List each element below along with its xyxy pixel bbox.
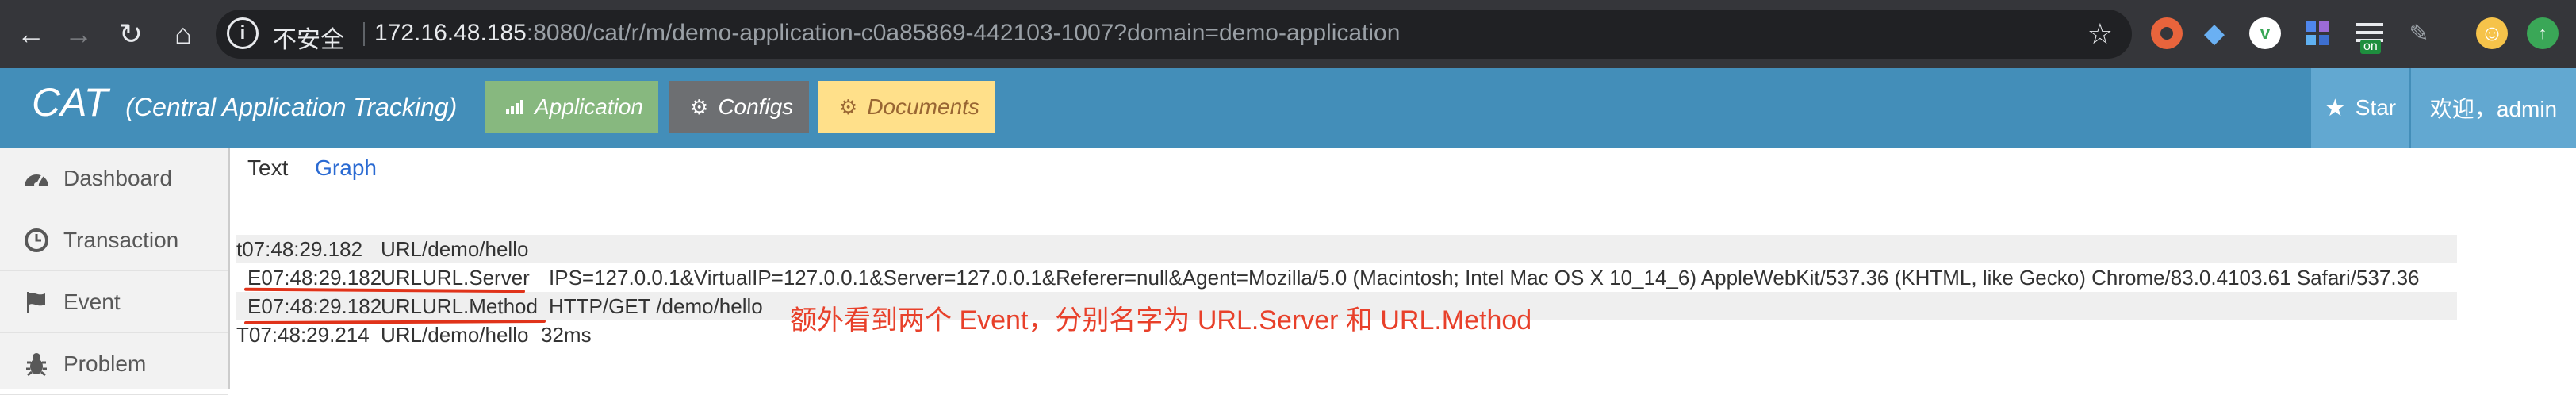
tab-documents-label: Documents: [867, 94, 979, 119]
annotation-text: 额外看到两个 Event，分别名字为 URL.Server 和 URL.Meth…: [790, 305, 1532, 336]
star-button[interactable]: ★ Star: [2311, 68, 2409, 148]
browser-toolbar: ← → ↻ ⌂ i 不安全 172.16.48.185:8080/cat/r/m…: [0, 0, 2576, 68]
sidebar-item-dashboard[interactable]: Dashboard: [0, 148, 228, 209]
brand-title: CAT: [32, 80, 109, 125]
extension-badge: on: [2360, 40, 2381, 54]
update-indicator-icon[interactable]: ↑: [2527, 17, 2559, 49]
tab-text[interactable]: Text: [247, 155, 288, 180]
url-text[interactable]: 172.16.48.185:8080/cat/r/m/demo-applicat…: [374, 20, 1400, 47]
view-tabs: Text Graph: [247, 155, 377, 181]
reload-icon: ↻: [118, 17, 144, 50]
tab-graph[interactable]: Graph: [315, 155, 377, 180]
brand-subtitle: (Central Application Tracking): [125, 93, 458, 121]
cat-navbar: CAT (Central Application Tracking) Applic…: [0, 68, 2576, 148]
sidebar-item-label: Event: [63, 289, 121, 314]
cogs-icon: ⚙: [839, 94, 858, 119]
extension-list-icon[interactable]: on: [2354, 17, 2386, 54]
tab-configs[interactable]: ⚙ Configs: [669, 81, 809, 133]
info-icon[interactable]: i: [227, 17, 259, 49]
log-type: URLURL.Server: [381, 266, 530, 290]
url-host: 172.16.48.185: [374, 20, 527, 46]
log-type: URL/demo/hello: [381, 323, 529, 347]
log-data: HTTP/GET /demo/hello: [549, 294, 763, 318]
back-button[interactable]: ←: [10, 13, 52, 56]
address-bar[interactable]: i 不安全 172.16.48.185:8080/cat/r/m/demo-ap…: [216, 10, 2132, 59]
bug-icon: [13, 351, 60, 377]
log-row: t07:48:29.182 URL/demo/hello: [236, 235, 2457, 263]
forward-arrow-icon: →: [64, 17, 93, 50]
tab-application-label: Application: [535, 94, 643, 119]
sidebar-item-transaction[interactable]: Transaction: [0, 209, 228, 271]
log-time: t07:48:29.182: [236, 237, 363, 261]
extension-diamond-icon[interactable]: ◆: [2198, 17, 2230, 49]
reload-button[interactable]: ↻: [109, 13, 152, 56]
tab-documents[interactable]: ⚙ Documents: [818, 81, 995, 133]
forward-button[interactable]: →: [57, 13, 100, 56]
extension-v-icon[interactable]: v: [2249, 17, 2281, 49]
dashboard-icon: [13, 167, 60, 190]
log-type: URLURL.Method: [381, 294, 538, 318]
star-label: Star: [2355, 95, 2397, 120]
tab-application[interactable]: Application: [485, 81, 658, 133]
signal-icon: [506, 95, 525, 120]
home-button[interactable]: ⌂: [162, 13, 205, 56]
extension-record-icon[interactable]: [2151, 17, 2183, 49]
user-greeting: 欢迎，admin: [2429, 97, 2558, 121]
extension-brush-icon[interactable]: ✎: [2403, 17, 2435, 49]
sidebar-item-label: Problem: [63, 351, 147, 376]
log-data: 32ms: [541, 323, 592, 347]
log-time: T07:48:29.214: [236, 323, 370, 347]
sidebar-item-problem[interactable]: Problem: [0, 333, 228, 395]
cogs-icon: ⚙: [690, 94, 709, 119]
security-label[interactable]: 不安全: [273, 20, 344, 55]
user-menu[interactable]: 欢迎，admin: [2411, 68, 2576, 148]
bookmark-star-icon[interactable]: ☆: [2087, 17, 2113, 51]
clock-icon: [13, 228, 60, 253]
star-icon: ★: [2324, 94, 2346, 121]
profile-avatar-icon[interactable]: ☺: [2476, 17, 2508, 49]
sidebar-item-event[interactable]: Event: [0, 271, 228, 333]
url-path: :8080/cat/r/m/demo-application-c0a85869-…: [526, 20, 1401, 46]
omnibox-divider: [363, 22, 365, 46]
flag-icon: [13, 290, 60, 314]
sidebar-item-label: Dashboard: [63, 165, 172, 190]
sidebar: Dashboard Transaction Event Problem: [0, 148, 230, 395]
log-type: URL/demo/hello: [381, 237, 529, 261]
tab-configs-label: Configs: [718, 94, 794, 119]
log-data: IPS=127.0.0.1&VirtualIP=127.0.0.1&Server…: [549, 266, 2420, 290]
brand[interactable]: CAT (Central Application Tracking): [32, 79, 457, 125]
sidebar-item-label: Transaction: [63, 227, 179, 252]
back-arrow-icon: ←: [17, 17, 45, 50]
extension-grid-icon[interactable]: [2302, 17, 2333, 49]
home-icon: ⌂: [174, 17, 192, 50]
log-time: E07:48:29.182: [247, 294, 382, 318]
log-row: E07:48:29.182URLURL.Server IPS=127.0.0.1&…: [236, 263, 2457, 292]
